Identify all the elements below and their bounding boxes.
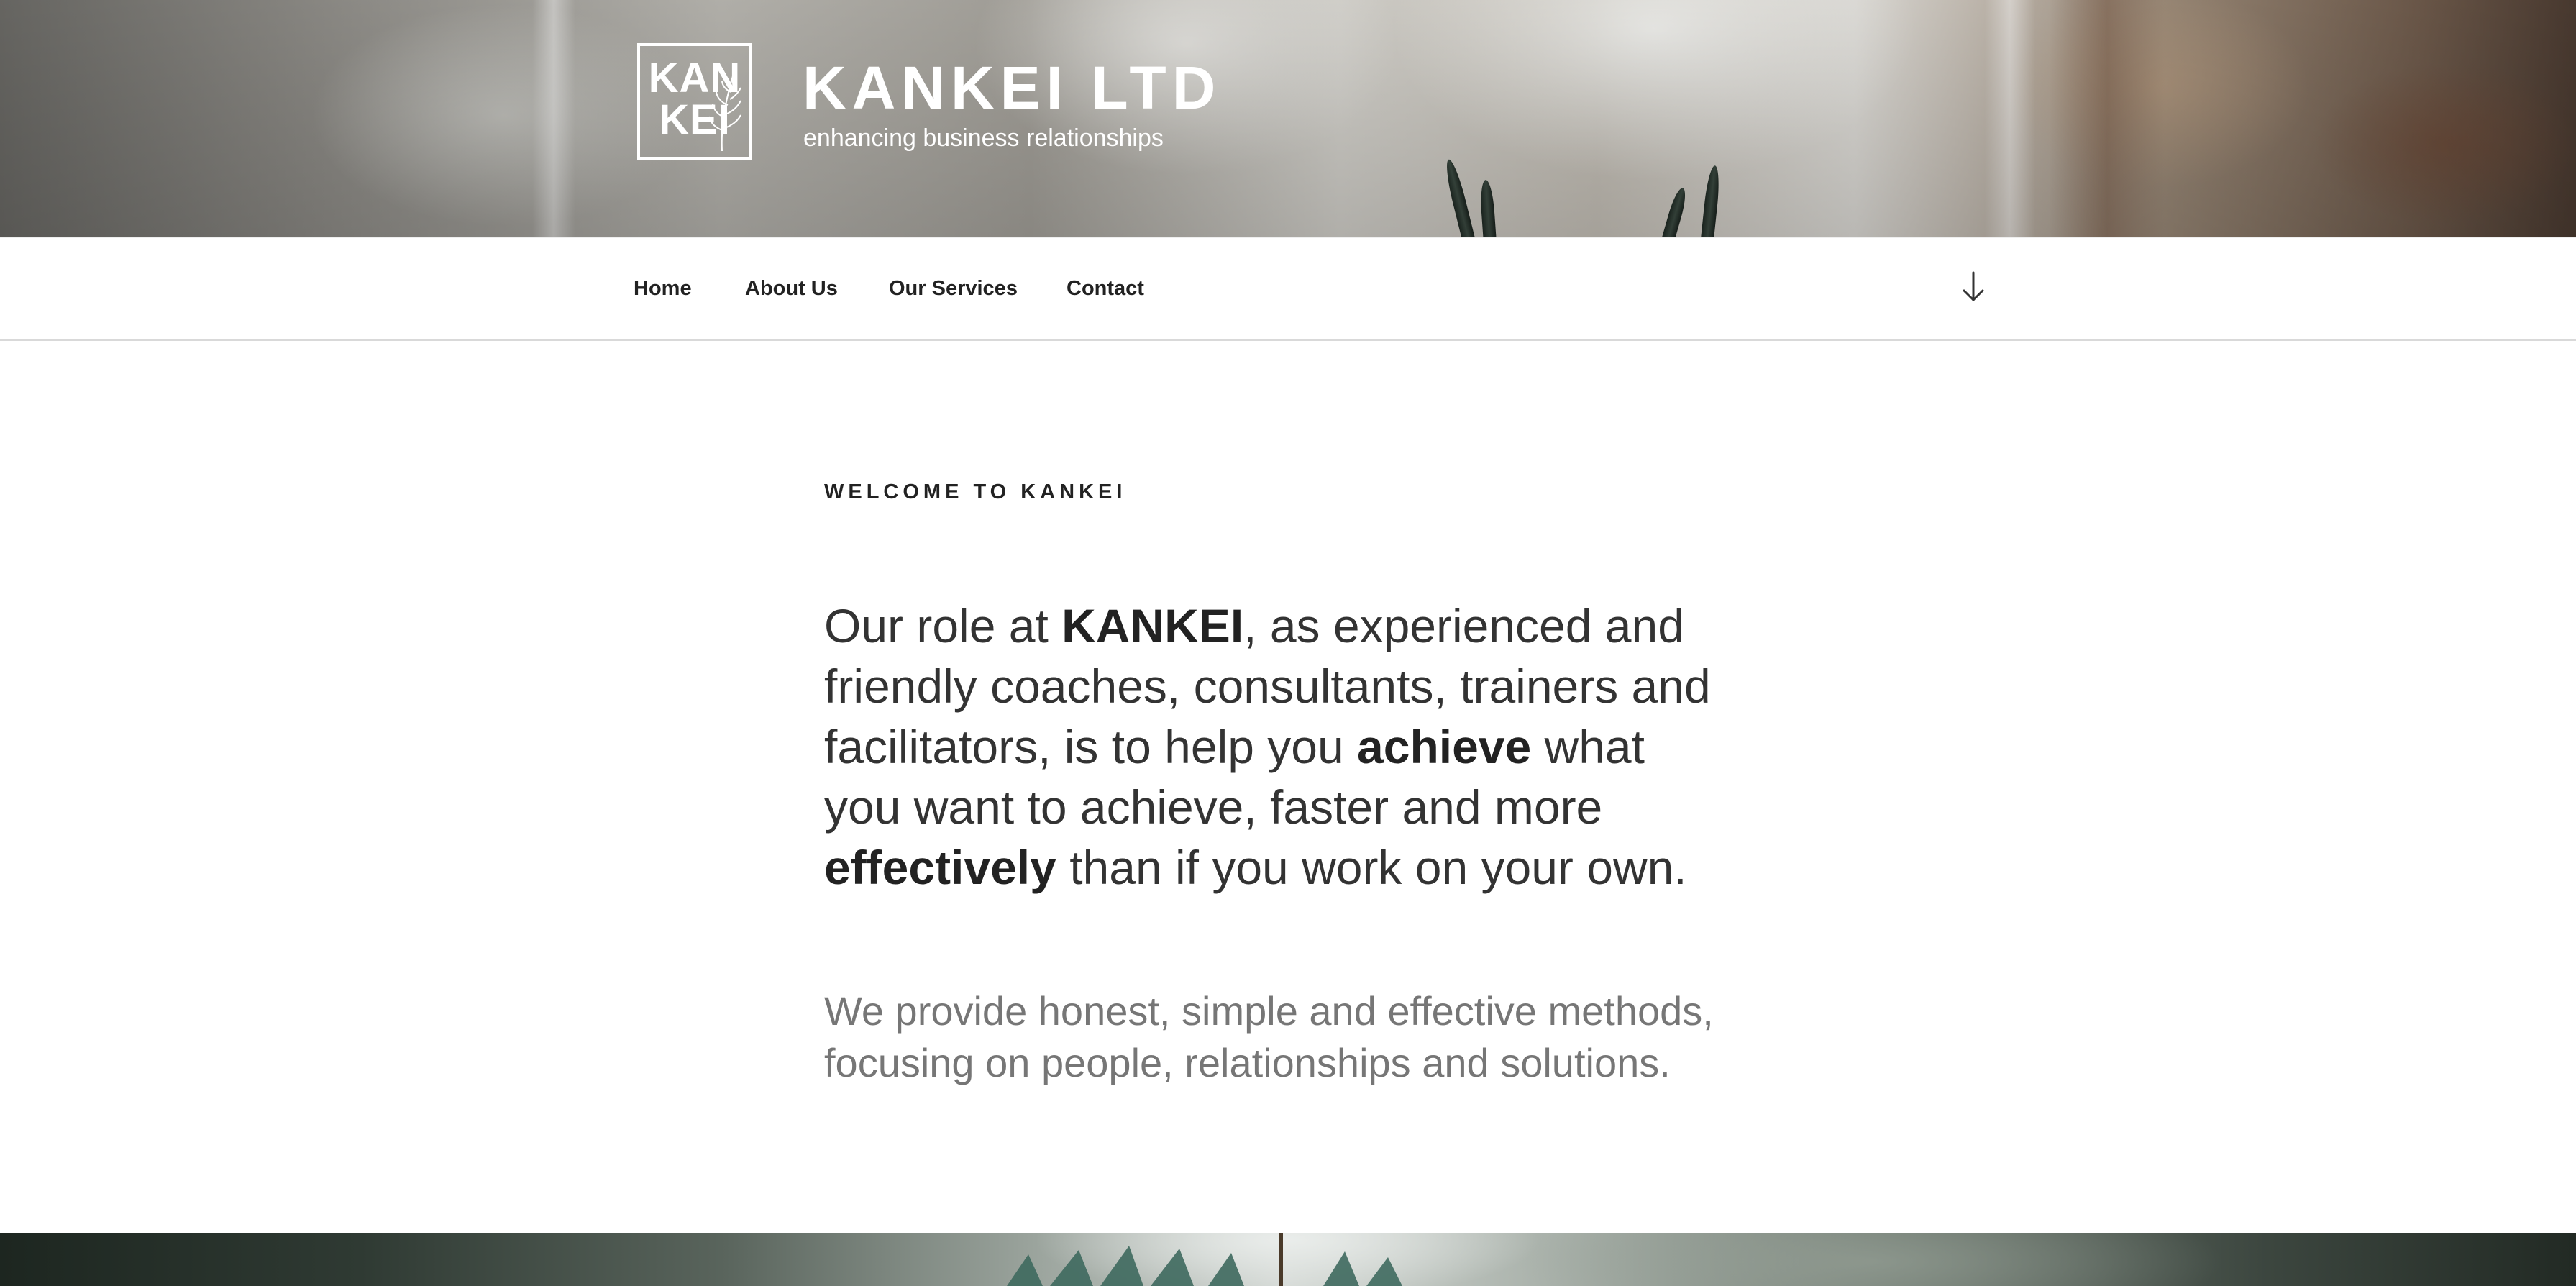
fern-leaves-image bbox=[1007, 1233, 1402, 1286]
header-overlay bbox=[0, 0, 2576, 237]
intro-paragraph: Our role at KANKEI, as experienced and f… bbox=[824, 596, 1716, 898]
intro-bold-effectively: effectively bbox=[824, 841, 1056, 894]
supporting-paragraph: We provide honest, simple and effective … bbox=[824, 988, 1714, 1085]
main-navigation: Home About Us Our Services Contact bbox=[0, 237, 2576, 341]
arrow-down-icon[interactable] bbox=[1958, 267, 1989, 307]
site-title[interactable]: KANKEI LTD bbox=[803, 52, 1221, 124]
site-tagline: enhancing business relationships bbox=[803, 124, 1164, 152]
nav-item-about-us[interactable]: About Us bbox=[745, 274, 838, 303]
nav-item-home[interactable]: Home bbox=[634, 274, 692, 303]
intro-text: than if you work on your own. bbox=[1056, 841, 1687, 894]
site-logo[interactable]: KAN KEI bbox=[637, 43, 752, 160]
intro-text: Our role at bbox=[824, 599, 1062, 652]
site-header: KAN KEI KANKEI LTD enhancing business re… bbox=[0, 0, 2576, 237]
nav-item-contact[interactable]: Contact bbox=[1067, 274, 1144, 303]
intro-bold-achieve: achieve bbox=[1357, 720, 1532, 773]
nav-item-our-services[interactable]: Our Services bbox=[889, 274, 1018, 303]
section-background-image bbox=[0, 1233, 2576, 1286]
fern-icon bbox=[708, 64, 741, 152]
section-heading: WELCOME TO KANKEI bbox=[824, 480, 1127, 503]
intro-bold-kankei: KANKEI bbox=[1061, 599, 1244, 652]
